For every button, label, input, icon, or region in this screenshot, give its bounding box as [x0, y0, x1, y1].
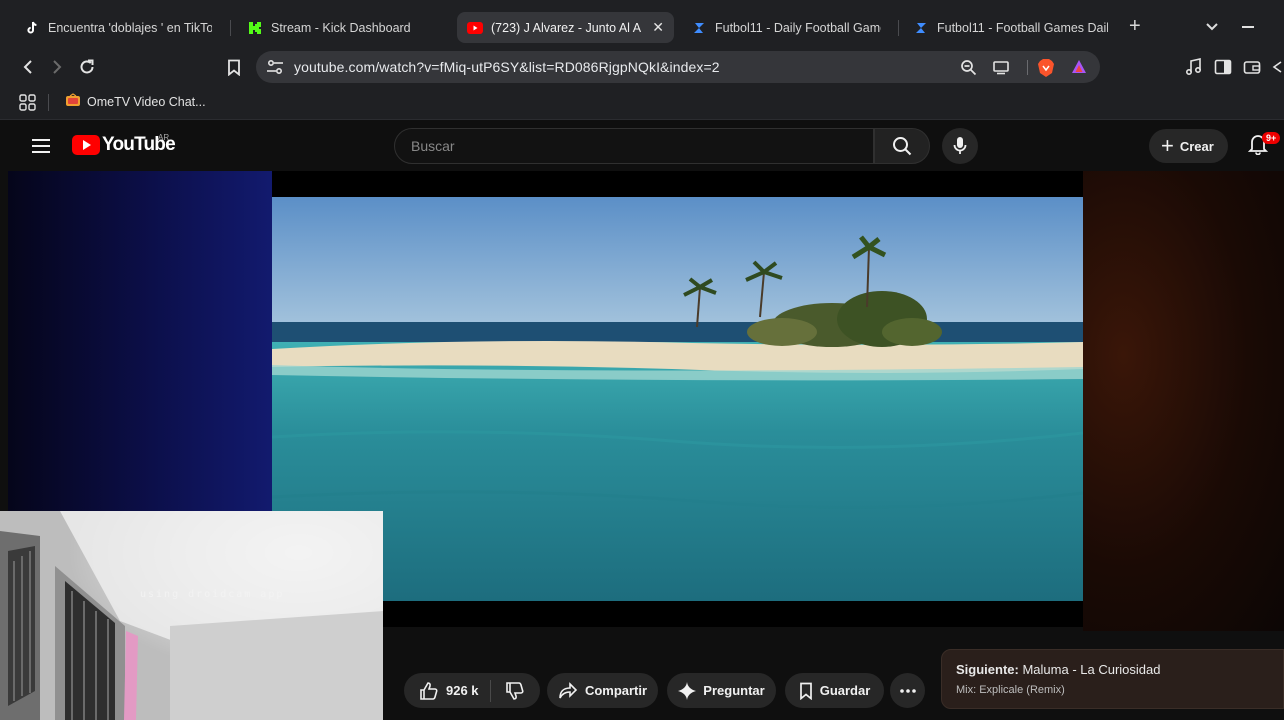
create-button[interactable]: + Crear	[1149, 129, 1228, 163]
thumbs-down-icon	[506, 682, 524, 700]
bookmark-icon[interactable]	[223, 56, 245, 78]
dislike-button[interactable]	[505, 681, 525, 706]
more-actions-button[interactable]	[890, 673, 925, 708]
futbol11-icon	[691, 20, 707, 36]
tab-tiktok[interactable]: Encuentra 'doblajes ' en TikTok | T	[14, 12, 222, 43]
share-label: Compartir	[584, 683, 648, 698]
tab-separator	[230, 20, 231, 36]
youtube-icon	[467, 20, 483, 36]
webcam-overlay: using droidcam app	[0, 511, 383, 720]
thumbs-up-icon	[420, 681, 438, 700]
site-settings-icon[interactable]	[266, 59, 284, 80]
tab-title: Stream - Kick Dashboard	[271, 20, 411, 35]
forward-arrow-icon[interactable]	[46, 56, 68, 78]
microphone-icon	[953, 137, 967, 154]
ometv-icon	[65, 93, 81, 110]
like-button[interactable]: 926 k	[419, 681, 479, 701]
search-box	[394, 128, 874, 164]
tab-title: Futbol11 - Daily Football Games	[715, 20, 881, 35]
media-music-note-icon[interactable]	[1183, 56, 1205, 78]
divider	[1027, 60, 1028, 75]
extensions-icon[interactable]	[1268, 56, 1284, 78]
like-count: 926 k	[446, 683, 479, 698]
menu-hamburger-icon[interactable]	[32, 139, 50, 157]
tab-kick[interactable]: Stream - Kick Dashboard	[237, 12, 449, 43]
save-bookmark-icon	[799, 682, 812, 700]
bookmark-label: OmeTV Video Chat...	[87, 94, 206, 109]
search-icon	[893, 137, 912, 156]
tab-list-chevron-icon[interactable]	[1205, 19, 1219, 37]
video-player[interactable]	[272, 171, 1083, 627]
next-title: Maluma - La Curiosidad	[1022, 662, 1161, 677]
tab-title: (723) J Alvarez - Junto Al Am	[491, 20, 641, 35]
url-text[interactable]: youtube.com/watch?v=fMiq-utP6SY&list=RD0…	[294, 59, 720, 75]
sparkle-icon	[678, 681, 697, 700]
address-bar[interactable]: youtube.com/watch?v=fMiq-utP6SY&list=RD0…	[256, 51, 1100, 83]
webcam-room-scene	[0, 511, 383, 720]
tab-title: Futbol11 - Football Games Daily	[937, 20, 1108, 35]
apps-grid-icon[interactable]	[19, 94, 36, 116]
kick-icon	[247, 20, 263, 36]
country-code: AR	[158, 133, 170, 142]
save-label: Guardar	[819, 683, 871, 698]
wallet-icon[interactable]	[1241, 56, 1263, 78]
search-input[interactable]	[411, 138, 851, 154]
tab-futbol11-daily[interactable]: Futbol11 - Daily Football Games	[681, 12, 891, 43]
save-button[interactable]: Guardar	[785, 673, 884, 708]
video-frame-island-scene	[272, 197, 1083, 601]
voice-search-button[interactable]	[942, 128, 978, 164]
close-tab-icon[interactable]: ✕	[644, 19, 664, 36]
tiktok-icon	[24, 20, 40, 36]
youtube-header: YouTube AR + Crear 9+	[8, 121, 1284, 171]
futbol11-icon	[913, 20, 929, 36]
ask-button[interactable]: Preguntar	[667, 673, 776, 708]
next-mix-subtitle: Mix: Explicale (Remix)	[956, 684, 1065, 696]
youtube-play-logo-icon	[72, 135, 100, 155]
minimize-window-icon[interactable]	[1242, 26, 1254, 28]
plus-icon: +	[1161, 133, 1174, 158]
bookmarks-bar: OmeTV Video Chat...	[0, 84, 1284, 120]
sidebar-toggle-icon[interactable]	[1212, 56, 1234, 78]
ambient-glow-right	[1083, 171, 1284, 631]
divider	[48, 94, 49, 111]
divider	[490, 680, 491, 702]
brave-rewards-icon[interactable]	[1071, 59, 1087, 80]
ask-label: Preguntar	[703, 683, 765, 698]
notification-badge: 9+	[1262, 132, 1281, 144]
zoom-icon[interactable]	[960, 59, 977, 81]
tab-title: Encuentra 'doblajes ' en TikTok | T	[48, 20, 212, 35]
new-tab-button[interactable]: +	[1129, 16, 1141, 36]
tab-futbol11-games[interactable]: Futbol11 - Football Games Daily	[903, 12, 1118, 43]
back-arrow-icon[interactable]	[17, 56, 39, 78]
bookmark-ometv[interactable]: OmeTV Video Chat...	[65, 93, 206, 110]
cast-icon[interactable]	[992, 59, 1010, 80]
search-button[interactable]	[874, 128, 930, 164]
tab-strip: Encuentra 'doblajes ' en TikTok | T Stre…	[0, 0, 1284, 54]
more-horizontal-icon	[899, 688, 916, 693]
next-video-heading: Siguiente: Maluma - La Curiosidad	[956, 662, 1160, 677]
brave-shields-icon[interactable]	[1037, 58, 1055, 83]
share-button[interactable]: Compartir	[547, 673, 658, 708]
tab-youtube[interactable]: (723) J Alvarez - Junto Al Am ✕	[457, 12, 674, 43]
next-video-card[interactable]: Siguiente: Maluma - La Curiosidad Mix: E…	[941, 649, 1284, 709]
share-arrow-icon	[559, 681, 578, 698]
next-label: Siguiente:	[956, 662, 1019, 677]
webcam-watermark: using droidcam app	[140, 589, 285, 600]
create-label: Crear	[1179, 138, 1214, 154]
tab-separator	[898, 20, 899, 36]
reload-icon[interactable]	[76, 56, 98, 78]
